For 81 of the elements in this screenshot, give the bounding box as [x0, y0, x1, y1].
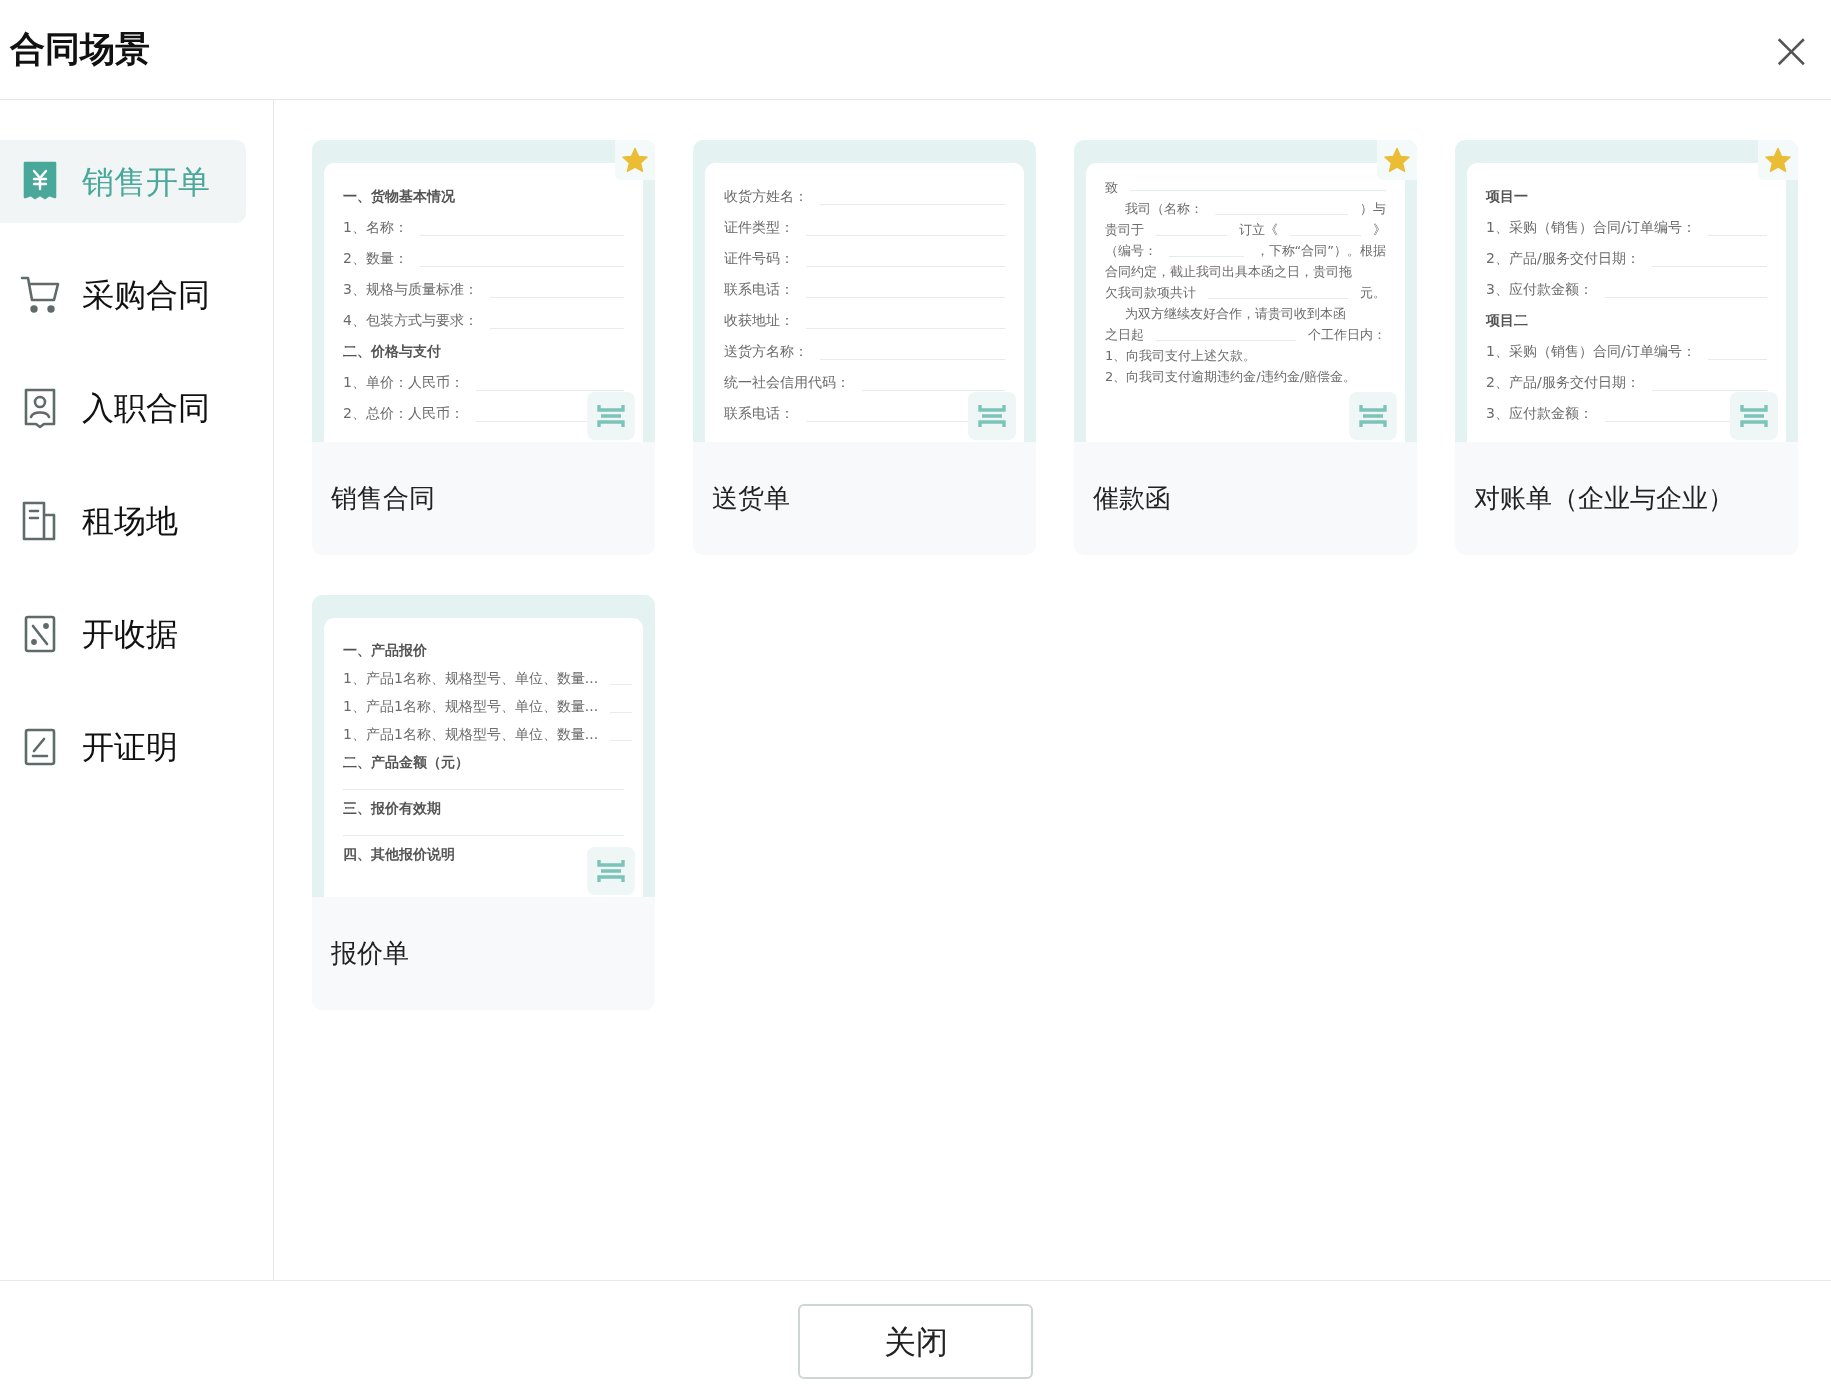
preview-text: 元。 — [1360, 284, 1386, 302]
preview-heading: 二、产品金额（元） — [343, 753, 469, 772]
sidebar-item[interactable]: 开收据 — [0, 592, 246, 675]
expand-icon — [1740, 403, 1768, 429]
preview-heading: 三、报价有效期 — [343, 799, 441, 818]
preview-field-label: 1、单价：人民币： — [343, 373, 464, 392]
preview-field-label: 收获地址： — [724, 311, 794, 330]
expand-button[interactable] — [587, 847, 635, 895]
preview-heading: 一、产品报价 — [343, 641, 427, 660]
preview-field-label: 1、产品1名称、规格型号、单位、数量... — [343, 669, 599, 688]
star-badge[interactable] — [1758, 140, 1798, 180]
preview-heading: 四、其他报价说明 — [343, 845, 455, 864]
star-icon — [1383, 146, 1411, 174]
sidebar-item[interactable]: 开证明 — [0, 705, 246, 788]
template-card[interactable]: 一、产品报价 1、产品1名称、规格型号、单位、数量... 1、产品1名称、规格型号、单位、数量... 1、产品1名称、规格型号、单位、数量... 二、产品金额（元） 三、报价有效期 四、其他报价说明 报价单 — [312, 595, 655, 1010]
preview-field-label: 1、产品1名称、规格型号、单位、数量... — [343, 725, 599, 744]
star-icon — [1764, 146, 1792, 174]
dialog-title: 合同场景 — [10, 28, 150, 72]
preview-text: 我司（名称： — [1125, 200, 1203, 218]
preview-field-label: 统一社会信用代码： — [724, 373, 850, 392]
preview-heading: 项目一 — [1486, 187, 1528, 206]
preview-heading: 二、价格与支付 — [343, 342, 441, 361]
expand-button[interactable] — [968, 392, 1016, 440]
close-button[interactable]: × — [1769, 23, 1813, 76]
preview-field-label: 1、名称： — [343, 218, 408, 237]
star-icon — [621, 146, 649, 174]
preview-text: 合同约定，截止我司出具本函之日，贵司拖 — [1105, 264, 1352, 279]
template-card[interactable]: 收货方姓名： 证件类型： 证件号码： 联系电话： 收获地址： 送货方名称： 统一社会信用代码： 联系电话： 送货单 — [693, 140, 1036, 555]
expand-icon — [1359, 403, 1387, 429]
preview-text: 订立《 — [1239, 221, 1278, 239]
preview-field-label: 证件类型： — [724, 218, 794, 237]
preview-text: 欠我司款项共计 — [1105, 284, 1196, 302]
preview-field-label: 4、包装方式与要求： — [343, 311, 478, 330]
preview-text: （编号： — [1105, 242, 1157, 260]
preview-field-label: 证件号码： — [724, 249, 794, 268]
preview-field-label: 2、数量： — [343, 249, 408, 268]
expand-button[interactable] — [1349, 392, 1397, 440]
preview-text: ）与 — [1360, 200, 1386, 218]
template-card[interactable]: 一、货物基本情况 1、名称： 2、数量： 3、规格与质量标准： 4、包装方式与要求： 二、价格与支付 1、单价：人民币： 2、总价：人民币： 销售合同 — [312, 140, 655, 555]
expand-icon — [597, 858, 625, 884]
preview-text: 2、向我司支付逾期违约金/违约金/赔偿金。 — [1105, 369, 1357, 384]
expand-button[interactable] — [1730, 392, 1778, 440]
template-card[interactable]: 项目一 1、采购（销售）合同/订单编号： 2、产品/服务交付日期： 3、应付款金额： 项目二 1、采购（销售）合同/订单编号： 2、产品/服务交付日期： 3、应付款金额： 对账单（企业与企业） — [1455, 140, 1798, 555]
star-badge[interactable] — [615, 140, 655, 180]
preview-field-label: 收货方姓名： — [724, 187, 808, 206]
expand-icon — [978, 403, 1006, 429]
template-title: 催款函 — [1093, 482, 1171, 515]
sidebar-item[interactable]: 租场地 — [0, 479, 246, 562]
preview-heading: 一、货物基本情况 — [343, 187, 455, 206]
template-title: 销售合同 — [331, 482, 435, 515]
template-title: 报价单 — [331, 937, 409, 970]
star-badge[interactable] — [1377, 140, 1417, 180]
preview-field-label: 1、采购（销售）合同/订单编号： — [1486, 218, 1696, 237]
preview-text: 1、向我司支付上述欠款。 — [1105, 348, 1257, 363]
preview-text: 为双方继续友好合作，请贵司收到本函 — [1125, 306, 1346, 321]
preview-field-label: 2、产品/服务交付日期： — [1486, 373, 1640, 392]
preview-text: ，下称“合同”）。根据 — [1255, 242, 1386, 260]
preview-text: 》 — [1373, 221, 1386, 239]
expand-button[interactable] — [587, 392, 635, 440]
preview-heading: 项目二 — [1486, 311, 1528, 330]
preview-field-label: 1、采购（销售）合同/订单编号： — [1486, 342, 1696, 361]
preview-text: 贵司于 — [1105, 221, 1144, 239]
template-title: 对账单（企业与企业） — [1474, 482, 1734, 515]
preview-text: 之日起 — [1105, 326, 1144, 344]
sidebar-item[interactable]: 采购合同 — [0, 253, 246, 336]
preview-field-label: 2、总价：人民币： — [343, 404, 464, 423]
preview-field-label: 3、应付款金额： — [1486, 404, 1593, 423]
preview-field-label: 2、产品/服务交付日期： — [1486, 249, 1640, 268]
preview-field-label: 联系电话： — [724, 404, 794, 423]
preview-field-label: 3、规格与质量标准： — [343, 280, 478, 299]
preview-text: 个工作日内： — [1308, 326, 1386, 344]
preview-field-label: 致 — [1105, 179, 1118, 197]
preview-field-label: 3、应付款金额： — [1486, 280, 1593, 299]
template-card[interactable]: 致 我司（名称： ）与 贵司于 订立《 》 （编号： ，下称“合同”）。根据 合同约定，截止我司出具本函之日，贵司拖 欠我司款项共计 元。 为双方继续友好合作，请贵司收到本函 之日起 个工作日内： 1、向我司支付上述欠款。 2、向我司支付逾期违约金/违约金/赔偿金。 催款函 — [1074, 140, 1417, 555]
preview-field-label: 联系电话： — [724, 280, 794, 299]
template-title: 送货单 — [712, 482, 790, 515]
preview-field-label: 1、产品1名称、规格型号、单位、数量... — [343, 697, 599, 716]
sidebar-item[interactable]: 入职合同 — [0, 366, 246, 449]
close-button[interactable]: 关闭 — [798, 1304, 1033, 1379]
preview-field-label: 送货方名称： — [724, 342, 808, 361]
expand-icon — [597, 403, 625, 429]
